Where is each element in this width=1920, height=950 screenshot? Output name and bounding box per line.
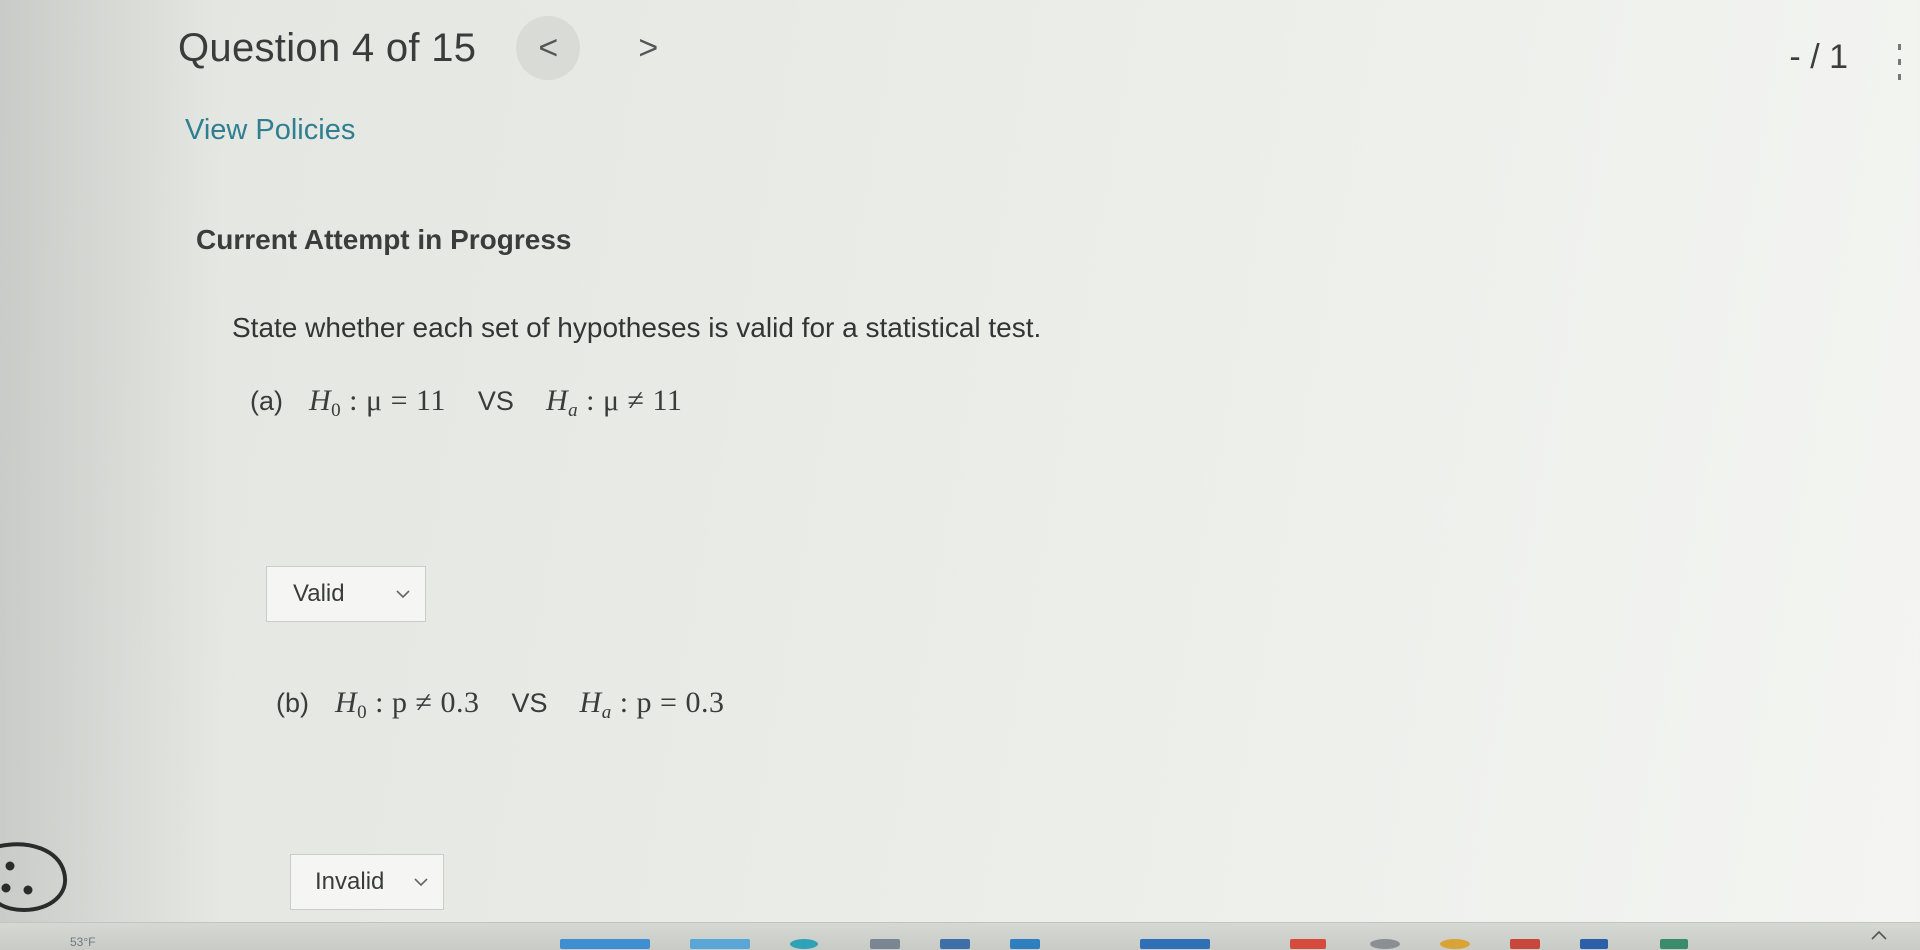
view-policies-link[interactable]: View Policies xyxy=(185,114,355,147)
alternative-hypothesis: Ha : μ ≠ 11 xyxy=(545,384,683,421)
previous-question-button[interactable]: < xyxy=(516,16,581,80)
part-b-answer-select[interactable]: Invalid xyxy=(290,854,444,910)
cookie-icon[interactable] xyxy=(0,836,80,916)
attempt-status: Current Attempt in Progress xyxy=(196,224,572,255)
selected-answer: Valid xyxy=(293,580,345,607)
taskbar-app-icon[interactable] xyxy=(870,939,900,949)
chevron-up-icon[interactable] xyxy=(1870,929,1888,941)
chevron-left-icon: < xyxy=(538,28,559,67)
gmail-icon[interactable] xyxy=(1290,939,1326,949)
more-vertical-icon[interactable] xyxy=(1898,44,1904,80)
part-a-answer-select[interactable]: Valid xyxy=(266,566,426,622)
taskbar-app-icon[interactable] xyxy=(1660,939,1688,949)
chevron-down-icon xyxy=(414,878,428,887)
alternative-hypothesis: Ha : p = 0.3 xyxy=(579,686,725,723)
chrome-icon[interactable] xyxy=(1440,939,1470,949)
next-question-button[interactable]: > xyxy=(616,16,680,80)
taskbar-app-icon[interactable] xyxy=(560,939,650,949)
score-display: - / 1 xyxy=(1789,38,1848,76)
part-label: (a) xyxy=(250,386,283,416)
null-hypothesis: H0 : p ≠ 0.3 xyxy=(335,686,480,723)
taskbar-app-icon[interactable] xyxy=(690,939,750,949)
os-taskbar: 53°F xyxy=(0,922,1920,950)
chevron-right-icon: > xyxy=(638,28,659,67)
taskbar-app-icon[interactable] xyxy=(1370,939,1400,949)
question-header: Question 4 of 15 < > xyxy=(178,8,680,88)
versus-label: VS xyxy=(511,688,548,718)
question-prompt: State whether each set of hypotheses is … xyxy=(232,312,1042,343)
versus-label: VS xyxy=(477,386,514,416)
taskbar-app-icon[interactable] xyxy=(1510,939,1540,949)
part-b-hypotheses: (b) H0 : p ≠ 0.3 VS Ha : p = 0.3 xyxy=(276,686,724,724)
weather-widget[interactable]: 53°F xyxy=(70,935,95,949)
taskbar-app-icon[interactable] xyxy=(940,939,970,949)
null-hypothesis: H0 : μ = 11 xyxy=(309,384,446,421)
question-title: Question 4 of 15 xyxy=(178,25,477,70)
taskbar-app-icon[interactable] xyxy=(1010,939,1040,949)
word-icon[interactable] xyxy=(1580,939,1608,949)
part-label: (b) xyxy=(276,688,309,718)
part-a-hypotheses: (a) H0 : μ = 11 VS Ha : μ ≠ 11 xyxy=(250,384,682,422)
taskbar-app-icon[interactable] xyxy=(1140,939,1210,949)
selected-answer: Invalid xyxy=(315,868,385,895)
taskbar-app-icon[interactable] xyxy=(790,939,818,949)
chevron-down-icon xyxy=(396,590,410,599)
